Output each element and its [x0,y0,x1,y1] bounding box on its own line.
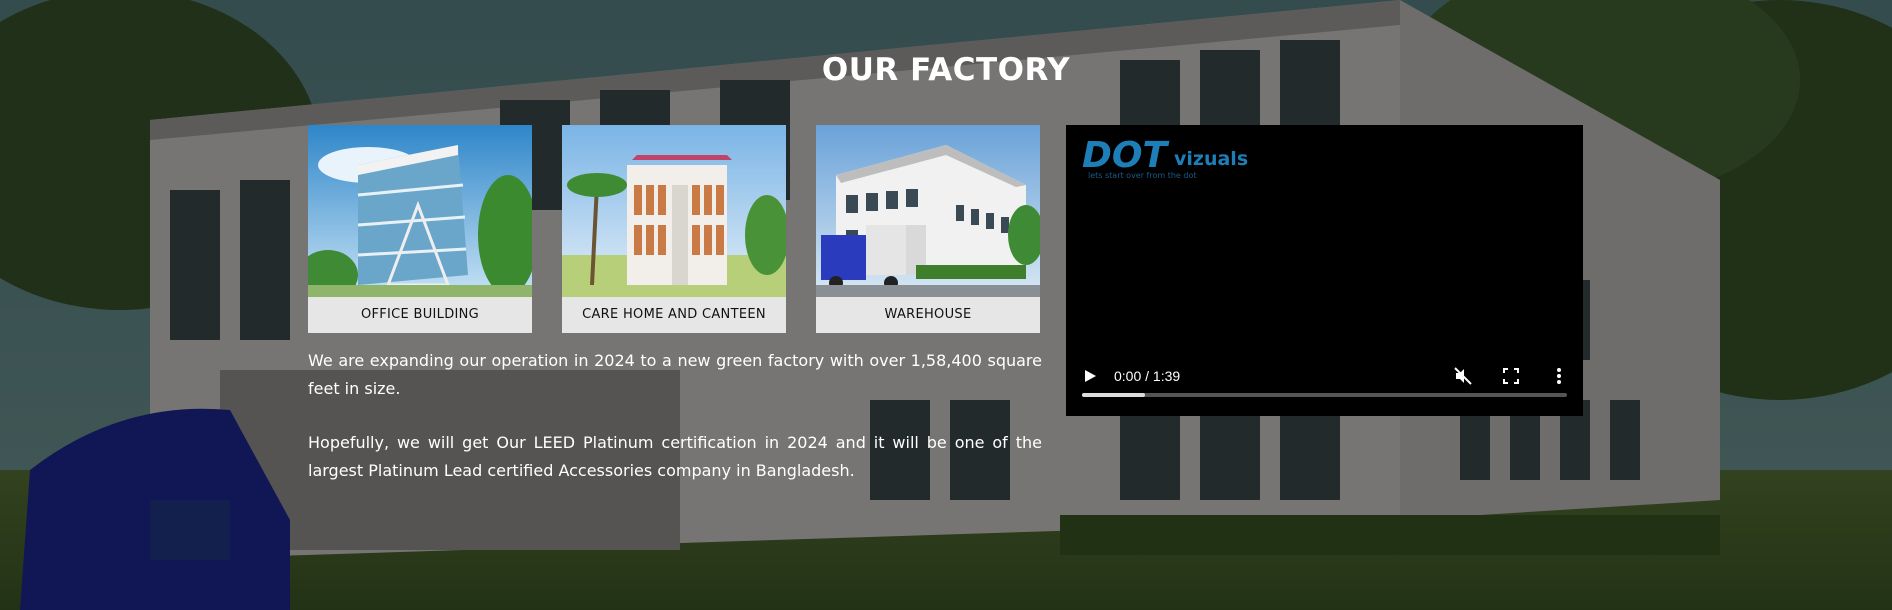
video-progress-fill [1082,393,1146,397]
dot-vizuals-logo: DOT vizuals lets start over from the dot [1082,133,1272,184]
office-building-photo [308,125,532,297]
card-label: OFFICE BUILDING [360,307,480,322]
card-label: WAREHOUSE [884,307,972,322]
logo-tagline: lets start over from the dot [1088,171,1197,179]
canteen-building-photo [562,125,786,297]
card-care-home-and-canteen[interactable]: CARE HOME AND CANTEEN [562,125,786,333]
logo-sub-text: vizuals [1174,148,1248,170]
warehouse-photo [816,125,1040,297]
video-controls: 0:00 / 1:39 [1066,346,1583,416]
video-progress-bar[interactable] [1082,393,1567,397]
more-vertical-icon[interactable] [1550,367,1568,388]
video-time: 0:00 / 1:39 [1114,368,1181,384]
card-office-building[interactable]: OFFICE BUILDING [308,125,532,333]
card-label: CARE HOME AND CANTEEN [582,307,766,322]
play-icon[interactable] [1082,368,1098,387]
video-player[interactable]: DOT vizuals lets start over from the dot… [1066,125,1583,416]
muted-speaker-icon[interactable] [1454,367,1472,388]
logo-main-text: DOT [1082,135,1169,176]
section-title: OUR FACTORY [821,52,1071,88]
certification-paragraph: Hopefully, we will get Our LEED Platinum… [308,433,1042,480]
intro-paragraph: We are expanding our operation in 2024 t… [308,351,1042,398]
card-warehouse[interactable]: WAREHOUSE [816,125,1040,333]
fullscreen-icon[interactable] [1502,367,1520,388]
